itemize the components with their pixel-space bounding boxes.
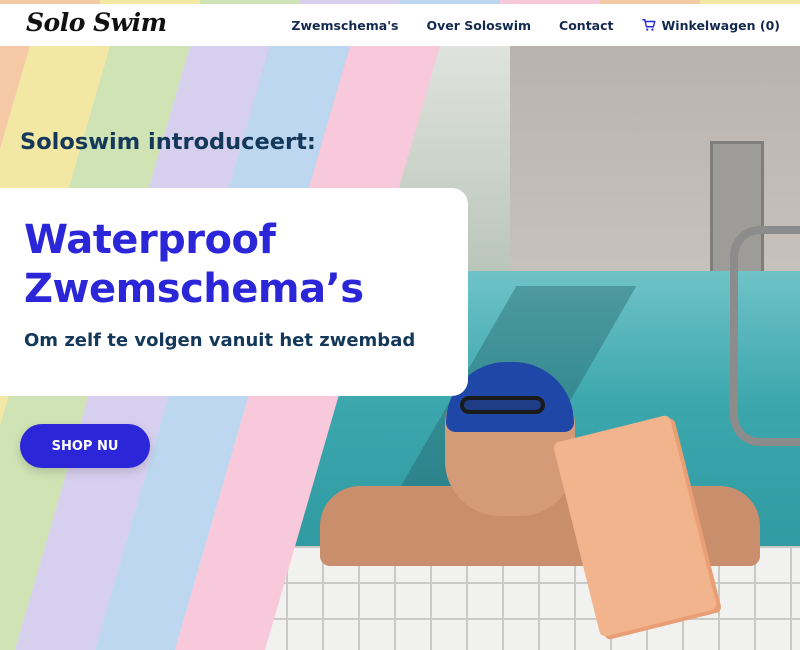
hero-title-line2: Zwemschema’s <box>24 266 364 312</box>
hero-title-line1: Waterproof <box>24 217 276 263</box>
pool-ladder <box>730 226 800 446</box>
swim-goggles <box>460 396 545 414</box>
hero-title: Waterproof Zwemschema’s <box>24 216 364 314</box>
main-nav: Zwemschema's Over Soloswim Contact Winke… <box>291 4 780 46</box>
shop-now-button[interactable]: SHOP NU <box>20 424 150 468</box>
cart-label: Winkelwagen (0) <box>661 17 781 33</box>
site-header: Solo Swim Zwemschema's Over Soloswim Con… <box>0 4 800 46</box>
nav-item-cart[interactable]: Winkelwagen (0) <box>641 17 781 33</box>
hero-intro: Soloswim introduceert: <box>20 129 316 155</box>
cart-icon <box>641 19 655 31</box>
rainbow-top-strip <box>0 0 800 4</box>
nav-item-zwemschemas[interactable]: Zwemschema's <box>291 18 398 33</box>
hero-card: Waterproof Zwemschema’s Om zelf te volge… <box>0 188 468 396</box>
nav-item-contact[interactable]: Contact <box>559 18 613 33</box>
hero-section: Soloswim introduceert: Waterproof Zwemsc… <box>0 46 800 650</box>
nav-item-over-soloswim[interactable]: Over Soloswim <box>427 18 532 33</box>
hero-subtitle: Om zelf te volgen vanuit het zwembad <box>24 330 416 351</box>
soloswim-logo[interactable]: Solo Swim <box>26 8 167 37</box>
